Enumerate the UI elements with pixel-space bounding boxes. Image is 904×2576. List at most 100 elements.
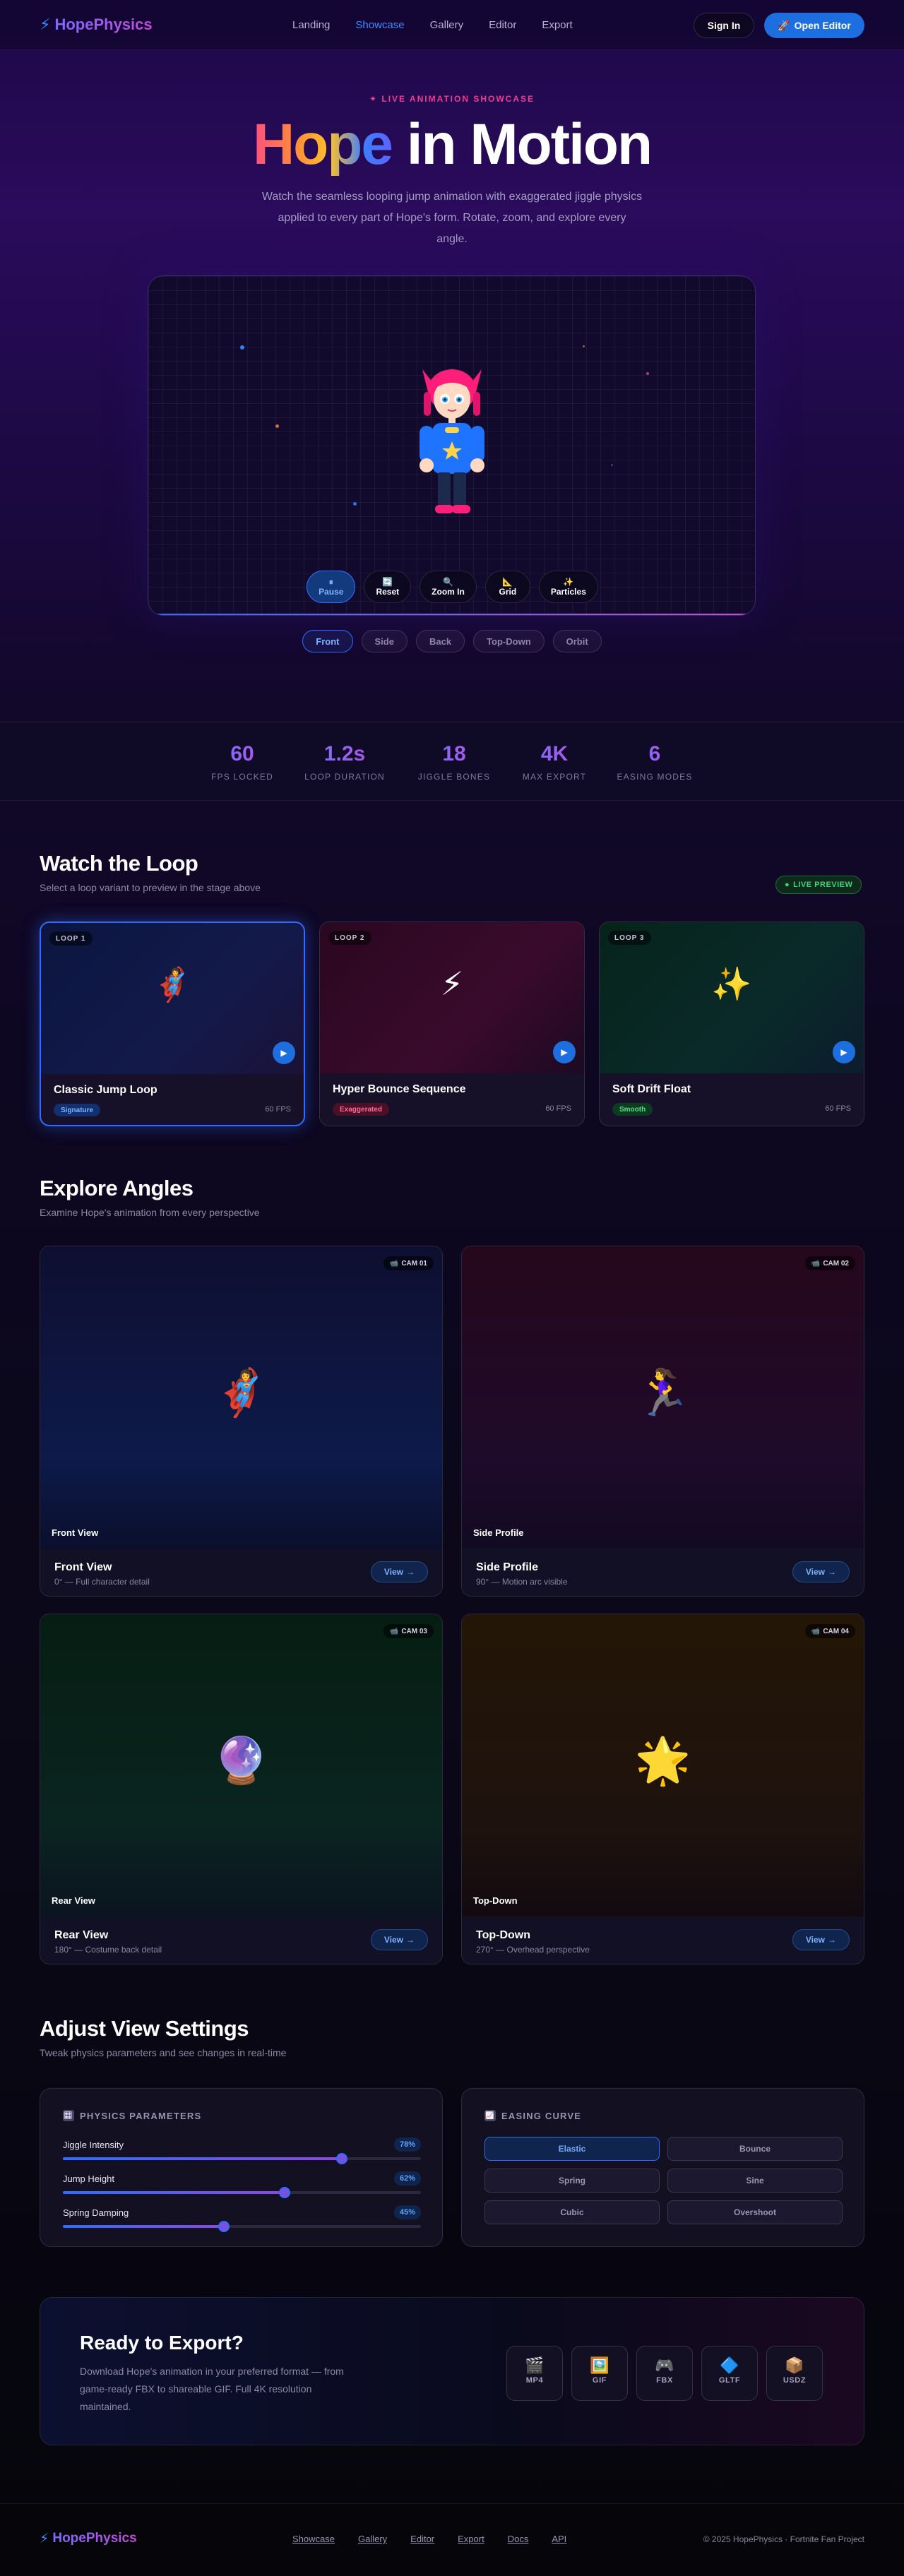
slider-track[interactable] <box>63 2187 421 2198</box>
slider-handle[interactable] <box>336 2153 348 2164</box>
camera-badge: 📹 CAM 03 <box>383 1624 434 1638</box>
view-button[interactable]: View → <box>370 1561 428 1582</box>
copyright: © 2025 HopePhysics · Fortnite Fan Projec… <box>703 2534 864 2544</box>
footer-links: Showcase Gallery Editor Export Docs API <box>292 2534 566 2544</box>
open-editor-label: Open Editor <box>794 20 851 31</box>
loop-badge: Exaggerated <box>333 1103 390 1116</box>
loop-badge: Signature <box>54 1104 101 1116</box>
particles-button[interactable]: ✨ Particles <box>538 571 598 603</box>
easing-elastic[interactable]: Elastic <box>484 2137 660 2161</box>
grid-button[interactable]: 📐 Grid <box>484 571 530 603</box>
zoom-in-button[interactable]: 🔍 Zoom In <box>420 571 477 603</box>
format-gif[interactable]: 🖼️ GIF <box>571 2346 628 2401</box>
particle <box>583 345 585 347</box>
format-gltf[interactable]: 🔷 GLTF <box>701 2346 758 2401</box>
view-button[interactable]: View → <box>792 1929 850 1950</box>
format-usdz[interactable]: 📦 USDZ <box>766 2346 823 2401</box>
loop-tag: LOOP 2 <box>328 931 371 945</box>
angles-subtitle: Examine Hope's animation from every pers… <box>40 1207 260 1218</box>
arrow-right-icon: → <box>406 1935 415 1945</box>
bolt-icon: ⚡ <box>40 2532 49 2546</box>
angle-card-front[interactable]: 📹 CAM 01 🦸‍♀️ Front View Front View 0° — … <box>40 1246 443 1597</box>
nav-link-showcase[interactable]: Showcase <box>355 19 404 31</box>
pause-button[interactable]: ⏸ Pause <box>307 571 356 603</box>
particle <box>611 464 613 466</box>
stat-value: 6 <box>616 742 694 766</box>
easing-bounce[interactable]: Bounce <box>667 2137 843 2161</box>
angle-name: Top-Down <box>476 1929 531 1941</box>
tab-orbit[interactable]: Orbit <box>552 630 602 652</box>
angle-card-side[interactable]: 📹 CAM 02 🏃‍♀️ Side Profile Side Profile 9… <box>461 1246 864 1597</box>
camera-label: CAM 02 <box>823 1259 849 1268</box>
view-overlay-label: Front View <box>52 1527 99 1538</box>
play-button[interactable]: ▶ <box>833 1041 855 1063</box>
stage-controls: ⏸ Pause 🔄 Reset 🔍 Zoom In 📐 Grid ✨ Parti… <box>148 571 755 603</box>
view-label: View <box>805 1567 825 1577</box>
slider-handle[interactable] <box>218 2221 230 2232</box>
camera-icon: 📹 <box>811 1259 821 1268</box>
logo[interactable]: ⚡ HopePhysics <box>40 16 153 34</box>
settings-title: Adjust View Settings <box>40 2016 249 2041</box>
loop-card-hyper-bounce[interactable]: LOOP 2 ⚡ ▶ Hyper Bounce Sequence Exagger… <box>319 922 585 1126</box>
footer-link-showcase[interactable]: Showcase <box>292 2534 335 2544</box>
page: ⚡ HopePhysics Landing Showcase Gallery E… <box>0 0 904 2576</box>
slider-handle[interactable] <box>279 2187 291 2198</box>
pause-icon: ⏸ <box>328 577 333 587</box>
export-banner: Ready to Export? Download Hope's animati… <box>40 2297 864 2445</box>
jiggle-intensity-slider[interactable]: Jiggle Intensity 78% <box>63 2137 421 2164</box>
nav-link-editor[interactable]: Editor <box>489 19 516 31</box>
view-label: View <box>383 1567 403 1577</box>
view-button[interactable]: View → <box>792 1561 850 1582</box>
arrow-right-icon: → <box>828 1567 836 1577</box>
sign-in-button[interactable]: Sign In <box>694 13 754 38</box>
tab-front[interactable]: Front <box>302 630 353 652</box>
format-name: GLTF <box>718 2376 741 2385</box>
loop-card-soft-drift[interactable]: LOOP 3 ✨ ▶ Soft Drift Float Smooth 60 FP… <box>599 922 864 1126</box>
reset-button[interactable]: 🔄 Reset <box>364 571 412 603</box>
camera-label: CAM 01 <box>401 1259 427 1268</box>
loop-fps: 60 FPS <box>545 1104 571 1113</box>
angle-card-top-down[interactable]: 📹 CAM 04 🌟 Top-Down Top-Down 270° — Overh… <box>461 1614 864 1964</box>
play-button[interactable]: ▶ <box>273 1042 295 1064</box>
easing-sine[interactable]: Sine <box>667 2169 843 2193</box>
slider-track[interactable] <box>63 2153 421 2164</box>
format-mp4[interactable]: 🎬 MP4 <box>506 2346 563 2401</box>
angle-card-rear[interactable]: 📹 CAM 03 🔮 Rear View Rear View 180° — Cos… <box>40 1614 443 1964</box>
stat-value: 60 <box>210 742 274 766</box>
open-editor-button[interactable]: 🚀 Open Editor <box>764 13 864 38</box>
slider-label: Jiggle Intensity <box>63 2140 124 2150</box>
angle-name: Side Profile <box>476 1561 539 1573</box>
crystal-ball-icon: 🔮 <box>213 1735 270 1786</box>
spring-damping-slider[interactable]: Spring Damping 45% <box>63 2205 421 2232</box>
animation-stage[interactable]: ⏸ Pause 🔄 Reset 🔍 Zoom In 📐 Grid ✨ Parti… <box>148 275 756 616</box>
tab-side[interactable]: Side <box>361 630 408 652</box>
play-button[interactable]: ▶ <box>553 1041 576 1063</box>
footer-link-gallery[interactable]: Gallery <box>358 2534 387 2544</box>
hero-title-rest: in Motion <box>391 112 653 177</box>
loop-card-classic[interactable]: LOOP 1 🦸‍♀️ ▶ Classic Jump Loop Signatur… <box>40 922 305 1126</box>
footer-link-api[interactable]: API <box>552 2534 566 2544</box>
stat-label: EASING MODES <box>617 772 693 782</box>
glowing-star-icon: 🌟 <box>634 1735 691 1786</box>
tab-top-down[interactable]: Top-Down <box>473 630 545 652</box>
format-fbx[interactable]: 🎮 FBX <box>636 2346 693 2401</box>
easing-spring[interactable]: Spring <box>484 2169 660 2193</box>
view-button[interactable]: View → <box>370 1929 428 1950</box>
footer-link-export[interactable]: Export <box>458 2534 484 2544</box>
easing-panel-title: 📈 EASING CURVE <box>484 2110 581 2121</box>
nav-link-landing[interactable]: Landing <box>292 19 330 31</box>
jump-height-slider[interactable]: Jump Height 62% <box>63 2171 421 2198</box>
stat-label: JIGGLE BONES <box>417 772 491 782</box>
camera-icon: 📹 <box>389 1259 399 1268</box>
footer-link-docs[interactable]: Docs <box>508 2534 529 2544</box>
slider-track[interactable] <box>63 2221 421 2232</box>
view-label: View <box>805 1935 825 1945</box>
tab-back[interactable]: Back <box>415 630 465 652</box>
nav-link-export[interactable]: Export <box>542 19 572 31</box>
easing-overshoot[interactable]: Overshoot <box>667 2200 843 2224</box>
nav-link-gallery[interactable]: Gallery <box>430 19 464 31</box>
easing-cubic[interactable]: Cubic <box>484 2200 660 2224</box>
angle-tabs: Front Side Back Top-Down Orbit <box>0 630 904 652</box>
footer-link-editor[interactable]: Editor <box>410 2534 434 2544</box>
footer-logo[interactable]: ⚡ HopePhysics <box>40 2531 137 2547</box>
